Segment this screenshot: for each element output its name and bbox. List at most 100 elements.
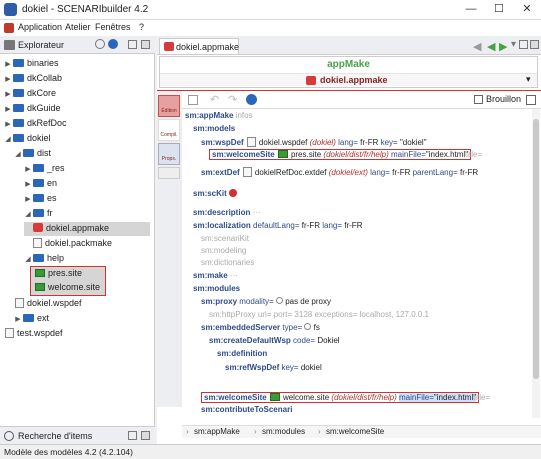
search-panel-header[interactable]: Recherche d'items xyxy=(0,426,155,444)
tag: sm:proxy xyxy=(201,297,238,306)
line-extdef: sm:extDef dokielRefDoc.extdef (dokiel/ex… xyxy=(201,167,478,177)
tree-item-help[interactable]: ◢ help xyxy=(24,253,64,266)
tree-item-dkcollab[interactable]: ▶ dkCollab xyxy=(4,73,62,86)
sync-icon[interactable] xyxy=(95,39,105,49)
undo-icon[interactable]: ↶ xyxy=(210,93,219,106)
next-icon[interactable]: ▶ xyxy=(499,40,507,53)
home-icon[interactable] xyxy=(4,23,14,33)
expand-icon[interactable]: ▶ xyxy=(4,90,12,98)
expand-icon[interactable]: ▶ xyxy=(24,180,32,188)
tree-item-pres-site[interactable]: pres.site xyxy=(34,268,82,281)
editor-toolbar: ↶ ↷ Brouillon xyxy=(182,91,541,109)
attr: mainFile= xyxy=(391,150,426,159)
expand-icon[interactable]: ▶ xyxy=(4,75,12,83)
tree-label: test.wspdef xyxy=(17,328,63,338)
tree-item-ext[interactable]: ▶ ext xyxy=(14,313,49,326)
expand-icon[interactable]: ▶ xyxy=(14,315,22,323)
tab-compil[interactable]: Compil. xyxy=(158,119,180,141)
save-icon[interactable] xyxy=(188,95,198,105)
file-icon xyxy=(15,298,24,308)
maximize-panel-icon[interactable] xyxy=(141,431,150,440)
expand-icon[interactable]: ▶ xyxy=(4,60,12,68)
vertical-scrollbar[interactable] xyxy=(532,109,540,418)
minimize-panel-icon[interactable] xyxy=(519,40,528,49)
value: fs xyxy=(313,323,320,332)
brouillon-checkbox[interactable] xyxy=(474,95,483,104)
menu-atelier[interactable]: Atelier xyxy=(65,22,91,32)
tag: sm:definition xyxy=(217,349,268,358)
attr: lang= xyxy=(370,168,390,177)
line-localization: sm:localization defaultLang= fr-FR lang=… xyxy=(193,221,362,230)
folder-icon xyxy=(13,89,24,97)
dropdown-icon[interactable]: ▾ xyxy=(511,39,516,50)
scrollbar-thumb[interactable] xyxy=(533,119,539,379)
tree-item-fr[interactable]: ◢ fr xyxy=(24,208,52,221)
tree-item-welcome-site[interactable]: welcome.site xyxy=(34,282,100,295)
value: dokiel.wspdef xyxy=(258,138,308,147)
tag: sm:make xyxy=(193,271,228,280)
close-button[interactable]: ✕ xyxy=(513,0,541,20)
tree-item-dkguide[interactable]: ▶ dkGuide xyxy=(4,103,60,116)
maximize-panel-icon[interactable] xyxy=(530,40,539,49)
tree-item-binaries[interactable]: ▶ binaries xyxy=(4,58,58,71)
tree-item-dist[interactable]: ◢ dist xyxy=(14,148,51,161)
code-editor[interactable]: sm:appMake infos sm:models sm:wspDef dok… xyxy=(182,109,532,418)
tab-dokiel-appmake[interactable]: dokiel.appmake xyxy=(159,38,239,54)
attr: modality= xyxy=(239,297,274,306)
minimize-button[interactable]: — xyxy=(457,0,485,20)
tree-item-res[interactable]: ▶ _res xyxy=(24,163,64,176)
tree-item-dkrefdoc[interactable]: ▶ dkRefDoc xyxy=(4,118,66,131)
line-appmake: sm:appMake infos xyxy=(185,111,253,120)
expand-icon[interactable]: ▶ xyxy=(24,165,32,173)
minimize-panel-icon[interactable] xyxy=(128,431,137,440)
file-icon xyxy=(5,328,14,338)
maximize-panel-icon[interactable] xyxy=(141,40,150,49)
title-bar: dokiel - SCENARIbuilder 4.2 — ☐ ✕ xyxy=(0,0,541,20)
collapse-icon[interactable]: ◢ xyxy=(24,210,32,218)
value: fr-FR xyxy=(360,138,379,147)
menu-application[interactable]: Application xyxy=(18,22,62,32)
redo-icon[interactable]: ↷ xyxy=(228,93,237,106)
value: "index.html" xyxy=(425,150,469,159)
tag: sm:createDefaultWsp xyxy=(209,336,291,345)
tree-item-dokiel-packmake[interactable]: dokiel.packmake xyxy=(32,238,112,251)
options-icon[interactable] xyxy=(246,94,257,105)
tree-item-dokiel-appmake[interactable]: dokiel.appmake xyxy=(24,222,150,236)
folder-icon xyxy=(33,179,44,187)
tree-label: welcome.site xyxy=(48,282,101,292)
maximize-button[interactable]: ☐ xyxy=(485,0,513,20)
tab-props[interactable]: Props. xyxy=(158,143,180,165)
menu-help[interactable]: ? xyxy=(139,22,144,32)
breadcrumb-item[interactable]: sm:welcomeSite xyxy=(326,427,384,436)
compile-icon xyxy=(159,120,179,132)
breadcrumb-item[interactable]: sm:modules xyxy=(262,427,305,436)
tree-item-en[interactable]: ▶ en xyxy=(24,178,57,191)
tab-edition[interactable]: Édition xyxy=(158,95,180,117)
tag: sm:models xyxy=(193,124,236,133)
attr: code= xyxy=(293,336,316,345)
tree-item-dokiel-wspdef[interactable]: dokiel.wspdef xyxy=(14,298,82,311)
tree-item-dokiel[interactable]: ◢ dokiel xyxy=(4,133,50,146)
tree-label: ext xyxy=(37,313,50,323)
back-icon[interactable]: ◀ xyxy=(473,40,481,53)
menu-fenetres[interactable]: Fenêtres xyxy=(95,22,131,32)
expand-icon[interactable]: ▶ xyxy=(24,195,32,203)
fullscreen-icon[interactable] xyxy=(526,95,536,105)
forward-icon[interactable]: ◀ xyxy=(487,40,495,53)
tree-label: es xyxy=(47,193,57,203)
pin-icon[interactable] xyxy=(158,167,180,179)
model-file-select[interactable]: dokiel.appmake ▾ xyxy=(160,73,537,86)
collapse-icon[interactable]: ◢ xyxy=(4,135,12,143)
tree-label: help xyxy=(47,253,65,263)
breadcrumb-item[interactable]: sm:appMake xyxy=(194,427,240,436)
expand-icon[interactable]: ▶ xyxy=(4,120,12,128)
collapse-icon[interactable]: ◢ xyxy=(14,150,22,158)
expand-icon[interactable]: ▶ xyxy=(4,105,12,113)
options-icon[interactable] xyxy=(108,39,118,49)
tree-item-dkcore[interactable]: ▶ dkCore xyxy=(4,88,56,101)
minimize-panel-icon[interactable] xyxy=(128,40,137,49)
site-icon xyxy=(269,393,280,401)
tree-item-test-wspdef[interactable]: test.wspdef xyxy=(4,328,63,341)
tree-item-es[interactable]: ▶ es xyxy=(24,193,57,206)
collapse-icon[interactable]: ◢ xyxy=(24,255,32,263)
